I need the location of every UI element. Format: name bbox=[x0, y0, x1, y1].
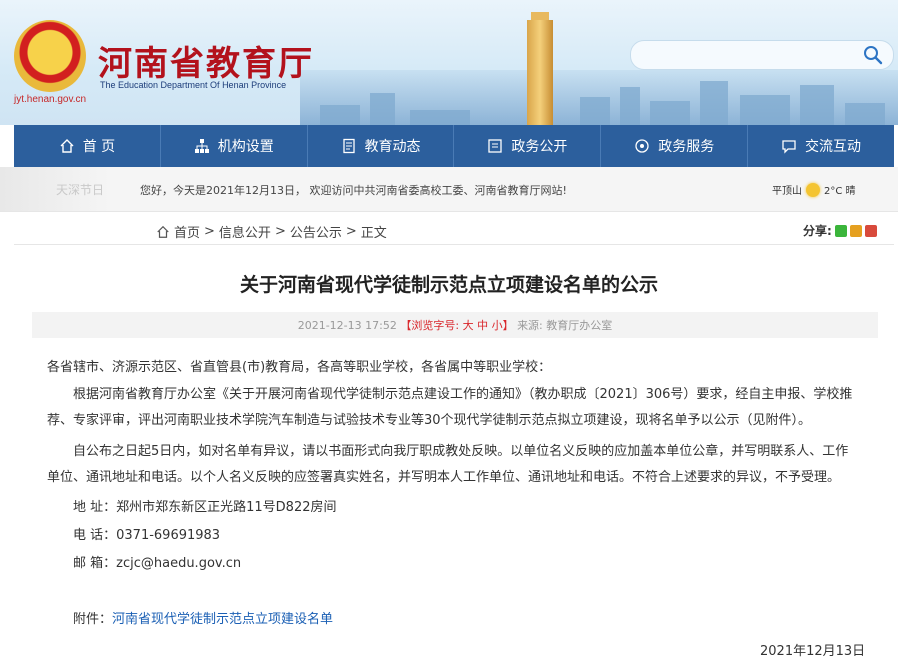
font-size-close: 】 bbox=[502, 319, 514, 332]
breadcrumb-home[interactable]: 首页 bbox=[174, 222, 200, 241]
service-icon bbox=[635, 139, 649, 153]
qq-icon[interactable] bbox=[864, 224, 877, 237]
paragraph-2: 自公布之日起5日内，如对名单有异议，请以书面形式向我厅职成教处反映。以单位名义反… bbox=[47, 444, 849, 485]
breadcrumb-sep: > bbox=[345, 224, 357, 239]
document-icon bbox=[342, 138, 355, 154]
star-icon: ★ bbox=[41, 40, 58, 61]
nav-label: 交流互动 bbox=[805, 139, 862, 155]
nav-item-public[interactable]: 政务公开 bbox=[454, 125, 602, 167]
share-bar: 分享: bbox=[803, 222, 877, 239]
chat-icon bbox=[782, 140, 796, 154]
landmark-tower bbox=[527, 20, 553, 125]
welcome-message: 您好，今天是2021年12月13日， 欢迎访问中共河南省委高校工委、河南省教育厅… bbox=[140, 184, 567, 197]
breadcrumb-sep: > bbox=[274, 224, 286, 239]
home-icon bbox=[60, 139, 74, 153]
search-input[interactable] bbox=[630, 40, 894, 70]
salutation: 各省辖市、济源示范区、省直管县(市)教育局，各高等职业学校，各省属中等职业学校： bbox=[47, 360, 552, 375]
org-chart-icon bbox=[194, 139, 209, 153]
site-domain: jyt.henan.gov.cn bbox=[14, 94, 87, 105]
breadcrumb-sep: > bbox=[204, 224, 215, 239]
weather-temp: 2°C 晴 bbox=[824, 186, 856, 197]
nav-label: 机构设置 bbox=[217, 139, 274, 155]
meta-date: 2021-12-13 17:52 bbox=[297, 318, 397, 332]
site-subtitle: The Education Department Of Henan Provin… bbox=[100, 80, 287, 90]
font-size-small[interactable]: 小 bbox=[492, 317, 503, 333]
article-meta: 2021-12-13 17:52 【浏览字号: 大 中 小 】 来源: 教育厅办… bbox=[32, 312, 878, 338]
attachment-link[interactable]: 河南省现代学徒制示范点立项建设名单 bbox=[112, 612, 333, 627]
notice-icon bbox=[488, 139, 503, 153]
wechat-icon[interactable] bbox=[834, 224, 847, 237]
nav-item-interact[interactable]: 交流互动 bbox=[748, 125, 894, 167]
contact-phone: 电 话：0371-69691983 bbox=[73, 528, 221, 543]
font-size-mid[interactable]: 中 bbox=[477, 317, 488, 333]
weibo-icon[interactable] bbox=[849, 224, 862, 237]
search-icon[interactable] bbox=[862, 44, 884, 66]
nav-item-org[interactable]: 机构设置 bbox=[161, 125, 308, 167]
home-icon bbox=[157, 225, 169, 238]
paragraph-1: 根据河南省教育厅办公室《关于开展河南省现代学徒制示范点建设工作的通知》（教办职成… bbox=[47, 387, 853, 428]
nav-item-home[interactable]: 首 页 bbox=[14, 125, 161, 167]
breadcrumb-notice[interactable]: 公告公示 bbox=[290, 222, 342, 241]
font-size-big[interactable]: 大 bbox=[463, 317, 474, 333]
breadcrumb-info[interactable]: 信息公开 bbox=[219, 222, 271, 241]
contact-address: 地 址：郑州市郑东新区正光路11号D822房间 bbox=[73, 500, 337, 515]
meta-source: 来源: 教育厅办公室 bbox=[517, 319, 613, 332]
font-size-label: 【浏览字号: bbox=[400, 319, 460, 332]
weather-widget: 平顶山 2°C 晴 bbox=[772, 182, 856, 197]
nav-item-service[interactable]: 政务服务 bbox=[601, 125, 749, 167]
nav-label: 首 页 bbox=[82, 139, 116, 155]
city-skyline bbox=[300, 70, 898, 125]
attachment-row: 附件：河南省现代学徒制示范点立项建设名单 bbox=[47, 607, 857, 633]
site-header: ★ 河南省教育厅 The Education Department Of Hen… bbox=[0, 0, 898, 125]
breadcrumb: 首页 > 信息公开 > 公告公示 > 正文 bbox=[156, 222, 387, 241]
share-label: 分享: bbox=[803, 224, 832, 238]
site-title[interactable]: 河南省教育厅 bbox=[98, 36, 314, 85]
breadcrumb-current: 正文 bbox=[360, 226, 387, 241]
contact-email: 邮 箱：zcjc@haedu.gov.cn bbox=[73, 556, 242, 571]
sun-icon bbox=[806, 182, 820, 197]
nav-item-news[interactable]: 教育动态 bbox=[308, 125, 455, 167]
holiday-tag: 天深节日 bbox=[0, 167, 110, 211]
nav-label: 政务服务 bbox=[658, 139, 715, 155]
attachment-label: 附件： bbox=[73, 612, 113, 627]
article-title: 关于河南省现代学徒制示范点立项建设名单的公示 bbox=[239, 274, 658, 296]
nav-label: 教育动态 bbox=[364, 139, 421, 155]
sign-date: 2021年12月13日 bbox=[760, 644, 866, 659]
weather-city: 平顶山 bbox=[772, 186, 802, 197]
main-nav: 首 页 机构设置 教育动态 政务公开 政务服务 交流互动 bbox=[14, 125, 894, 167]
nav-label: 政务公开 bbox=[511, 139, 568, 155]
welcome-bar: 天深节日 您好，今天是2021年12月13日， 欢迎访问中共河南省委高校工委、河… bbox=[0, 167, 898, 212]
